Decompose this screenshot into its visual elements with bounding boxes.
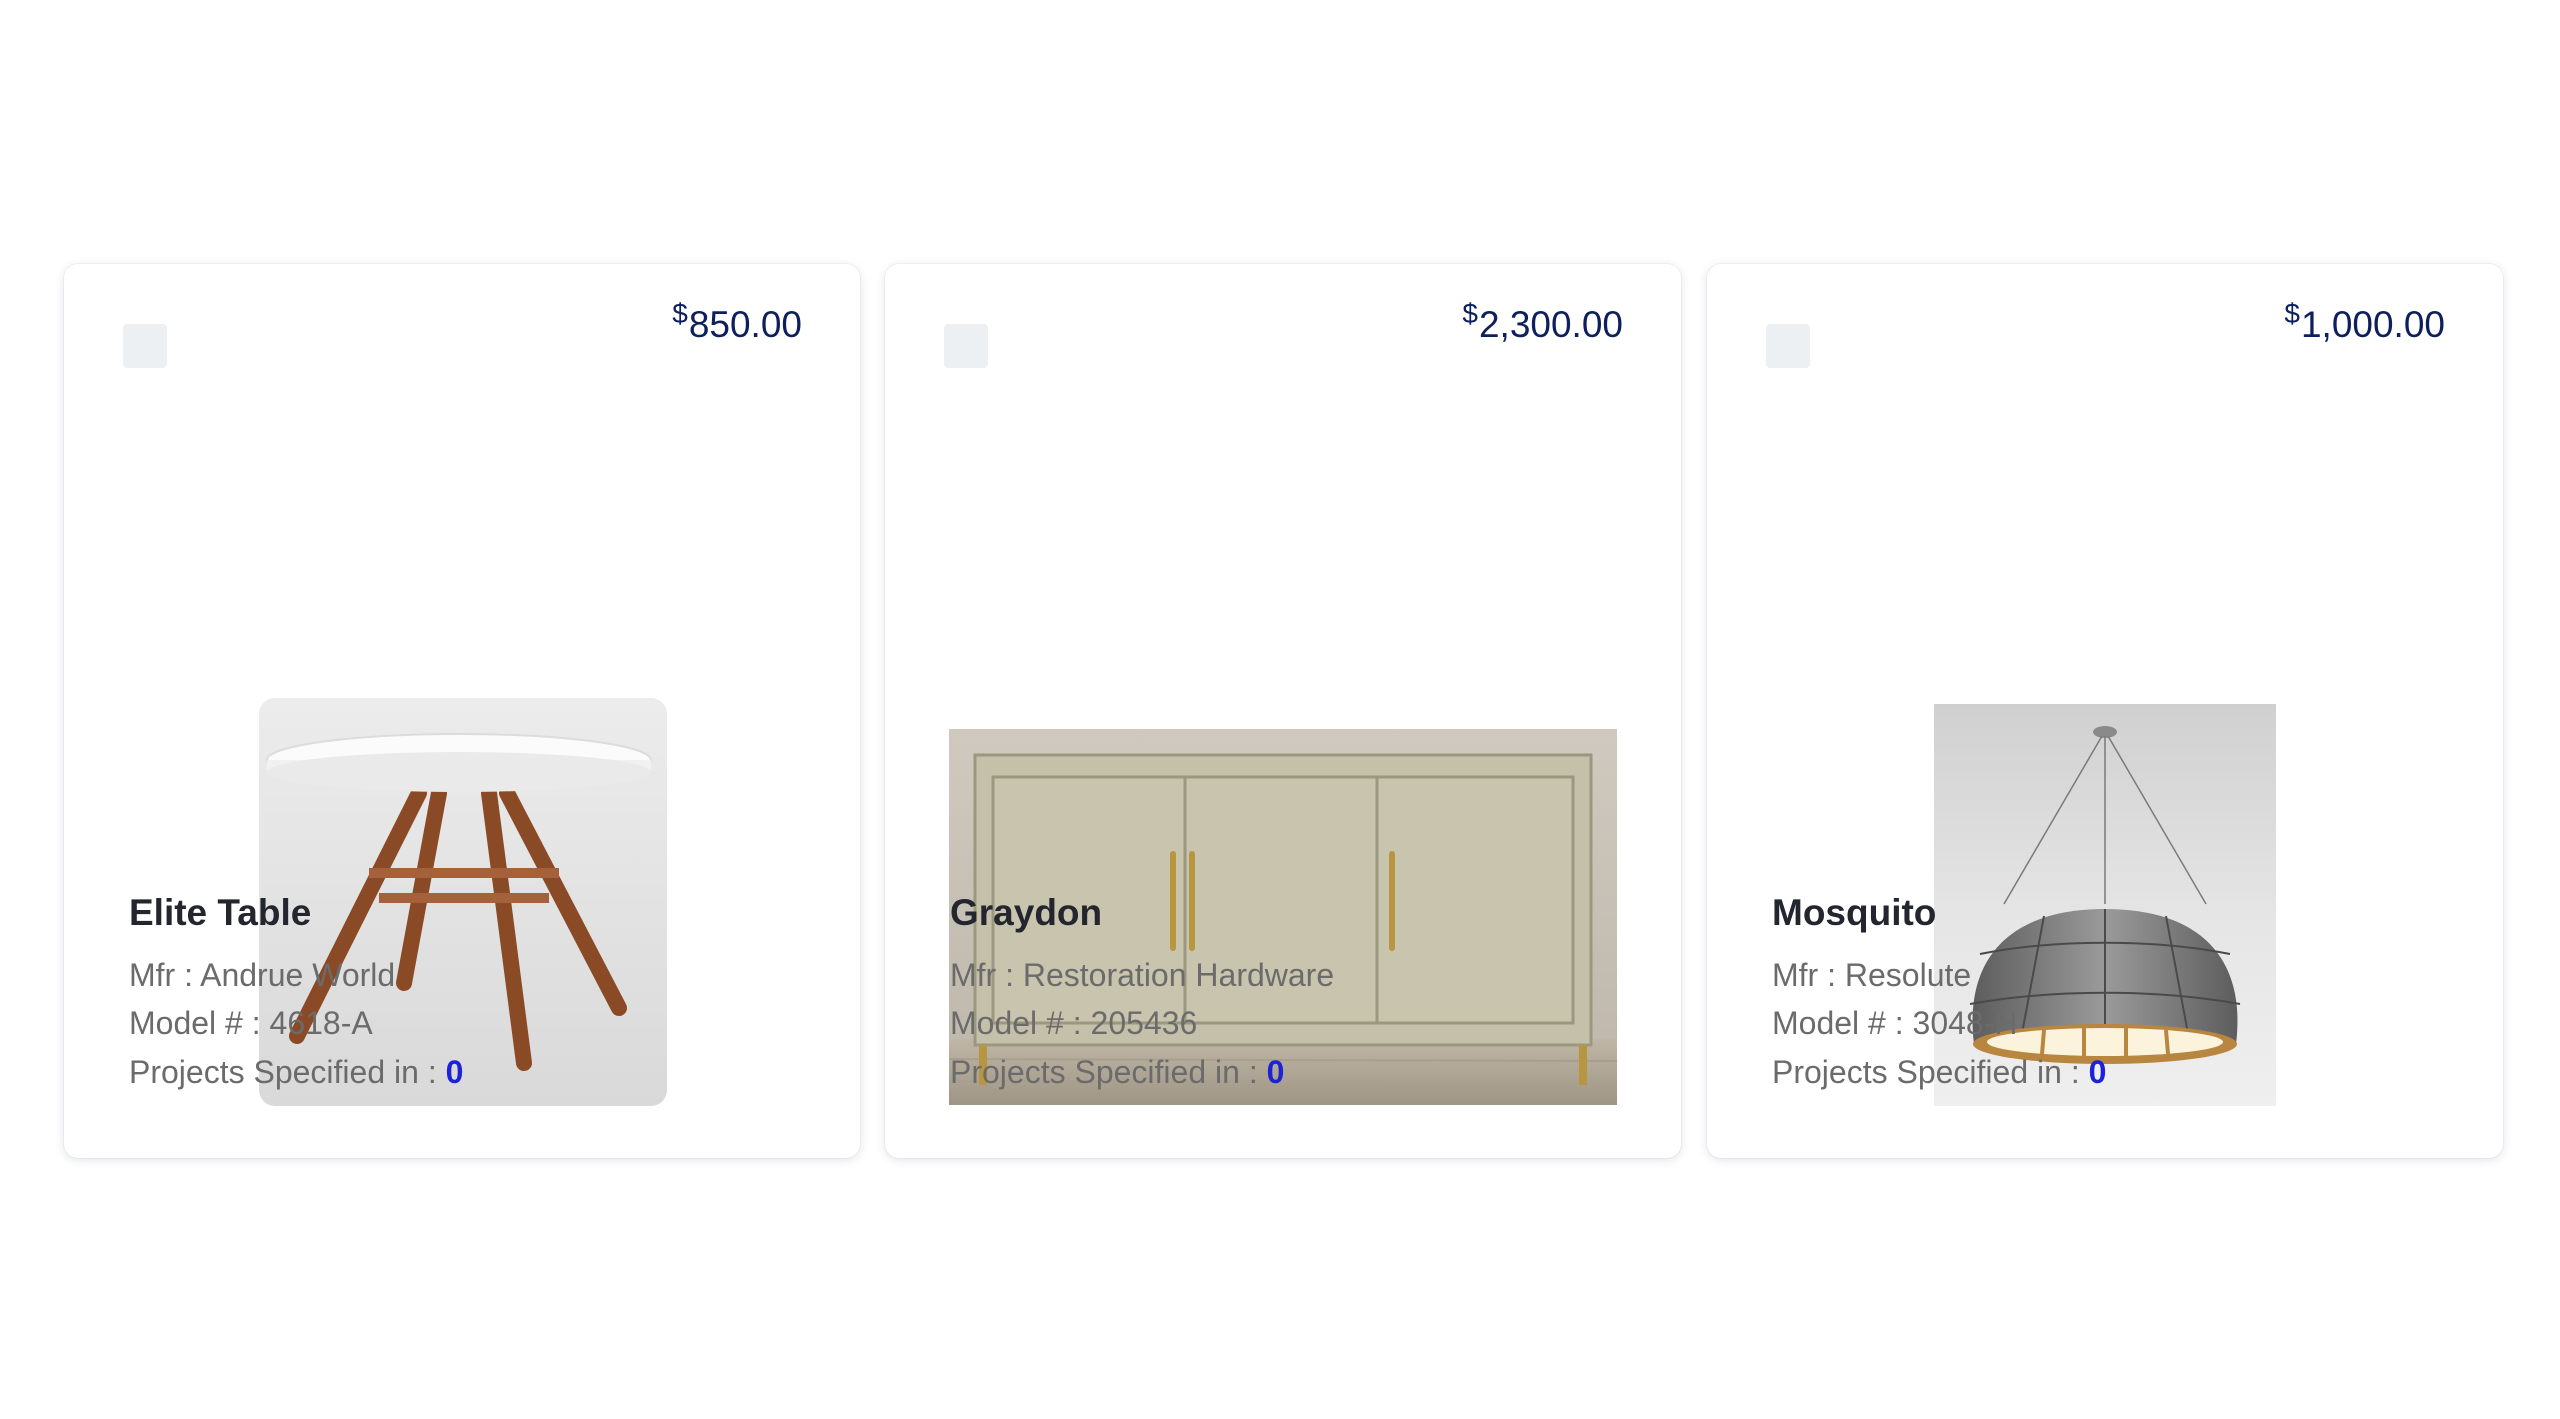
product-card[interactable]: $850.00 Elite Table Mfr: Andrue World M…: [64, 264, 860, 1158]
manufacturer-line: Mfr : Restoration Hardware: [950, 957, 1334, 994]
mfr-value: Resolute: [1844, 957, 1972, 993]
select-checkbox[interactable]: [1766, 324, 1810, 368]
product-image[interactable]: [885, 424, 1681, 1105]
projects-count-link[interactable]: 0: [2089, 1054, 2107, 1090]
model-label: Model # :: [950, 1005, 1091, 1041]
projects-label: Projects Specified in :: [129, 1054, 446, 1090]
currency-symbol: $: [1462, 298, 1478, 329]
model-line: Model # : 205436: [950, 1005, 1197, 1042]
mfr-label: Mfr :: [950, 957, 1023, 993]
projects-label: Projects Specified in :: [1772, 1054, 2089, 1090]
product-price: $850.00: [672, 300, 802, 345]
model-value: 4618-A: [269, 1005, 373, 1041]
model-line: Model # : 3048-H: [1772, 1005, 2017, 1042]
model-value: 205436: [1090, 1005, 1198, 1041]
currency-symbol: $: [672, 298, 688, 329]
product-name[interactable]: Graydon: [950, 892, 1102, 934]
select-checkbox[interactable]: [944, 324, 988, 368]
mfr-value: Andrue World: [200, 957, 396, 993]
price-value: 850.00: [688, 304, 802, 345]
price-value: 1,000.00: [2300, 304, 2445, 345]
projects-label: Projects Specified in :: [950, 1054, 1267, 1090]
mfr-value: Restoration Hardware: [1022, 957, 1335, 993]
round-dining-table-icon: [259, 698, 667, 1106]
price-value: 2,300.00: [1478, 304, 1623, 345]
product-card[interactable]: $1,000.00 Mosquito Mfr: Resolute Model …: [1707, 264, 2503, 1158]
projects-line: Projects Specified in : 0: [950, 1054, 1284, 1091]
product-grid: $850.00 Elite Table Mfr: Andrue World M…: [64, 264, 2504, 1160]
projects-count-link[interactable]: 0: [446, 1054, 464, 1090]
manufacturer-line: Mfr : Resolute: [1772, 957, 1971, 994]
projects-count-link[interactable]: 0: [1267, 1054, 1285, 1090]
manufacturer-line: Mfr : Andrue World: [129, 957, 395, 994]
model-value: 3048-H: [1912, 1005, 2018, 1041]
projects-line: Projects Specified in : 0: [129, 1054, 463, 1091]
model-label: Model # :: [1772, 1005, 1913, 1041]
mfr-label: Mfr :: [129, 957, 201, 993]
product-price: $1,000.00: [2284, 300, 2445, 345]
product-price: $2,300.00: [1462, 300, 1623, 345]
mfr-label: Mfr :: [1772, 957, 1845, 993]
projects-line: Projects Specified in : 0: [1772, 1054, 2106, 1091]
product-image[interactable]: [64, 424, 860, 1106]
product-card[interactable]: $2,300.00 Graydon Mfr: Restoration Hard…: [885, 264, 1681, 1158]
product-name[interactable]: Elite Table: [129, 892, 311, 934]
currency-symbol: $: [2284, 298, 2300, 329]
pendant-lamp-icon: [1934, 704, 2276, 1106]
model-label: Model # :: [129, 1005, 270, 1041]
product-name[interactable]: Mosquito: [1772, 892, 1936, 934]
select-checkbox[interactable]: [123, 324, 167, 368]
product-image[interactable]: [1707, 424, 2503, 1106]
model-line: Model # : 4618-A: [129, 1005, 373, 1042]
